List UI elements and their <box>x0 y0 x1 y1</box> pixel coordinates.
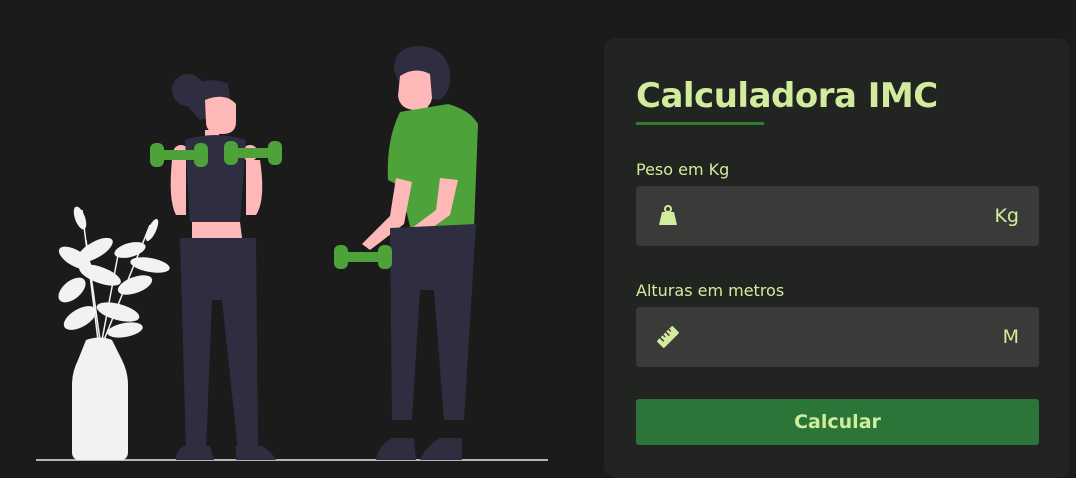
weight-label: Peso em Kg <box>636 160 730 179</box>
page-title: Calculadora IMC <box>636 76 938 116</box>
weight-icon <box>659 205 677 225</box>
bmi-calculator-card: Calculadora IMC Peso em Kg Kg Alturas em… <box>604 38 1070 478</box>
weight-unit: Kg <box>994 205 1019 227</box>
woman-figure <box>150 74 282 460</box>
dumbbell-icon <box>334 245 392 269</box>
man-figure <box>334 46 478 460</box>
weight-field: Kg <box>636 186 1039 248</box>
title-underline <box>636 122 764 125</box>
weight-input[interactable] <box>696 186 980 248</box>
height-field: M <box>636 307 1039 369</box>
height-unit: M <box>1002 326 1019 348</box>
calculate-button[interactable]: Calcular <box>636 399 1039 445</box>
height-input[interactable] <box>696 307 980 369</box>
workout-illustration <box>36 46 548 461</box>
height-label: Alturas em metros <box>636 281 785 300</box>
plant-icon <box>58 206 170 460</box>
ruler-icon <box>657 326 679 348</box>
